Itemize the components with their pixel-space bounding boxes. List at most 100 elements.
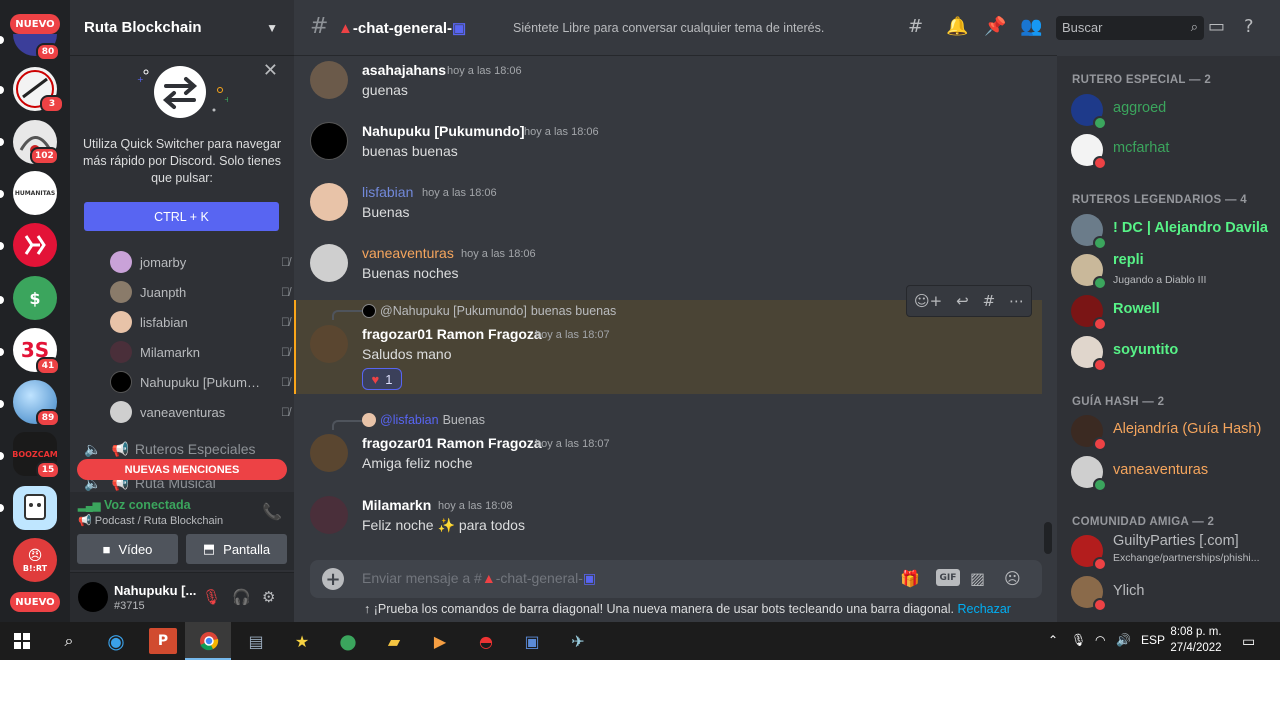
help-icon[interactable]: ? — [1244, 16, 1254, 37]
server-icon[interactable] — [13, 223, 57, 267]
mic-muted-icon[interactable]: 🎙 — [202, 588, 221, 606]
channel-topic[interactable]: Siéntete Libre para conversar cualquier … — [513, 21, 824, 35]
avatar[interactable] — [310, 244, 348, 282]
quick-switcher-button[interactable]: CTRL + K — [84, 202, 279, 231]
app-p-icon[interactable]: P — [149, 628, 177, 654]
voice-user[interactable]: vaneaventuras 🎙̸ — [110, 399, 290, 425]
server-header[interactable]: Ruta Blockchain ▼ — [70, 0, 294, 56]
thread-icon[interactable]: # — [983, 292, 996, 310]
threads-icon[interactable]: # — [908, 16, 923, 37]
windows-start-icon[interactable] — [8, 628, 36, 654]
member-item[interactable]: ! DC | Alejandro Davila — [1071, 212, 1276, 250]
member-item[interactable]: repli Jugando a Diablo III — [1071, 252, 1276, 290]
edge-icon[interactable]: ◉ — [102, 628, 130, 654]
reply-preview[interactable]: @lisfabian Buenas — [362, 413, 485, 427]
member-item[interactable]: Ylich — [1071, 574, 1276, 612]
media-player-icon[interactable]: ▶ — [426, 628, 454, 654]
wifi-icon[interactable]: ◠ — [1095, 633, 1105, 647]
voice-channel-path[interactable]: 📢 Podcast / Ruta Blockchain — [78, 514, 223, 527]
reply-preview[interactable]: @Nahupuku [Pukumundo] buenas buenas — [362, 304, 616, 318]
message[interactable]: Milamarkn hoy a las 18:08 Feliz noche ✨ … — [294, 493, 1042, 549]
close-icon[interactable]: ✕ — [263, 60, 278, 81]
voice-user[interactable]: Nahupuku [Pukumundo] 🎙̸ — [110, 369, 290, 395]
avatar[interactable] — [310, 434, 348, 472]
search-icon[interactable]: ⌕ — [55, 628, 83, 654]
reaction-heart[interactable]: ♥ 1 — [362, 368, 402, 390]
emoji-icon[interactable]: ☹ — [1004, 569, 1021, 588]
reply-icon[interactable]: ↩ — [956, 292, 969, 310]
member-item[interactable]: Alejandría (Guía Hash) — [1071, 413, 1276, 451]
gift-icon[interactable]: 🎁 — [900, 569, 920, 588]
avatar[interactable] — [310, 325, 348, 363]
voice-user[interactable]: Milamarkn 🎙̸ — [110, 339, 290, 365]
pin-icon[interactable]: 📌 — [984, 16, 1006, 37]
inbox-icon[interactable]: ▭ — [1208, 16, 1225, 37]
search-placeholder: Buscar — [1062, 20, 1103, 35]
volume-icon[interactable]: 🔊 — [1116, 633, 1131, 647]
member-item[interactable]: mcfarhat — [1071, 132, 1276, 170]
gif-button[interactable]: GIF — [936, 569, 960, 586]
member-item[interactable]: GuiltyParties [.com] Exchange/partnershi… — [1071, 533, 1276, 571]
dismiss-link[interactable]: Rechazar — [957, 602, 1011, 616]
headphones-icon[interactable]: 🎧 — [232, 588, 251, 606]
screen-share-button[interactable]: ⬒ Pantalla — [186, 534, 287, 564]
app-icon[interactable]: ▣ — [518, 628, 546, 654]
member-item[interactable]: Rowell — [1071, 293, 1276, 331]
gear-icon[interactable]: ⚙ — [262, 588, 275, 606]
message-author[interactable]: lisfabian — [362, 184, 413, 200]
add-attachment-icon[interactable]: + — [322, 568, 344, 590]
voice-channel[interactable]: 🔈 📢 Ruteros Especiales — [84, 438, 284, 460]
avatar[interactable] — [310, 183, 348, 221]
disconnect-icon[interactable]: 📞 — [262, 502, 282, 521]
message-author[interactable]: asahajahans — [362, 62, 446, 78]
avatar[interactable] — [310, 122, 348, 160]
message[interactable]: asahajahans hoy a las 18:06 guenas — [294, 58, 1042, 114]
language-indicator[interactable]: ESP — [1141, 633, 1165, 647]
message-author[interactable]: Nahupuku [Pukumundo] — [362, 123, 525, 139]
server-icon[interactable]: 😠 B!:RT — [13, 538, 57, 582]
sticker-icon[interactable]: ▨ — [970, 569, 985, 588]
voice-user[interactable]: Juanpth 🎙̸ — [110, 279, 290, 305]
new-badge[interactable]: NUEVO — [10, 14, 60, 34]
message-composer[interactable]: + Enviar mensaje a #▲-chat-general-▣ 🎁 G… — [310, 560, 1042, 598]
message-author[interactable]: vaneaventuras — [362, 245, 454, 261]
message[interactable]: Nahupuku [Pukumundo] hoy a las 18:06 bue… — [294, 119, 1042, 175]
message[interactable]: @lisfabian Buenas fragozar01 Ramon Frago… — [294, 410, 1042, 476]
clock[interactable]: 8:08 p. m. 27/4/2022 — [1166, 624, 1226, 656]
message[interactable]: lisfabian hoy a las 18:06 Buenas — [294, 180, 1042, 236]
voice-user[interactable]: lisfabian 🎙̸ — [110, 309, 290, 335]
new-badge[interactable]: NUEVO — [10, 592, 60, 612]
app-icon[interactable]: ◓ — [472, 628, 500, 654]
chevron-up-icon[interactable]: ⌃ — [1048, 633, 1058, 647]
app-icon[interactable]: ▤ — [242, 628, 270, 654]
server-icon[interactable]: $ — [13, 276, 57, 320]
members-icon[interactable]: 👥 — [1020, 16, 1042, 37]
avatar[interactable] — [78, 582, 108, 612]
bell-icon[interactable]: 🔔 — [946, 16, 968, 37]
star-app-icon[interactable]: ★ — [288, 628, 316, 654]
member-item[interactable]: soyuntito — [1071, 334, 1276, 372]
search-input[interactable]: Buscar ⌕ — [1056, 16, 1204, 40]
member-item[interactable]: vaneaventuras — [1071, 454, 1276, 492]
folder-icon[interactable]: ▰ — [380, 628, 408, 654]
scrollbar[interactable] — [1044, 522, 1052, 554]
avatar[interactable] — [310, 496, 348, 534]
chrome-icon[interactable] — [195, 628, 223, 654]
app-icon[interactable]: ● — [334, 628, 362, 654]
microphone-icon[interactable]: 🎙 — [1071, 633, 1086, 647]
member-item[interactable]: aggroed — [1071, 92, 1276, 130]
avatar[interactable] — [310, 61, 348, 99]
app-icon[interactable]: ✈ — [564, 628, 592, 654]
message-author[interactable]: fragozar01 Ramon Fragoza — [362, 326, 542, 342]
new-mentions-pill[interactable]: NUEVAS MENCIONES — [77, 459, 287, 480]
message-author[interactable]: fragozar01 Ramon Fragoza — [362, 435, 542, 451]
chevron-down-icon: ▼ — [266, 20, 278, 35]
voice-user[interactable]: jomarby 🎙̸ — [110, 249, 290, 275]
video-button[interactable]: ■ Vídeo — [77, 534, 178, 564]
message-author[interactable]: Milamarkn — [362, 497, 431, 513]
server-icon[interactable]: HUMANITAS — [13, 171, 57, 215]
notifications-icon[interactable]: ▭ — [1242, 633, 1255, 650]
more-icon[interactable]: ⋯ — [1009, 292, 1024, 310]
add-reaction-icon[interactable]: ☺+ — [914, 292, 942, 310]
server-icon[interactable] — [13, 486, 57, 530]
